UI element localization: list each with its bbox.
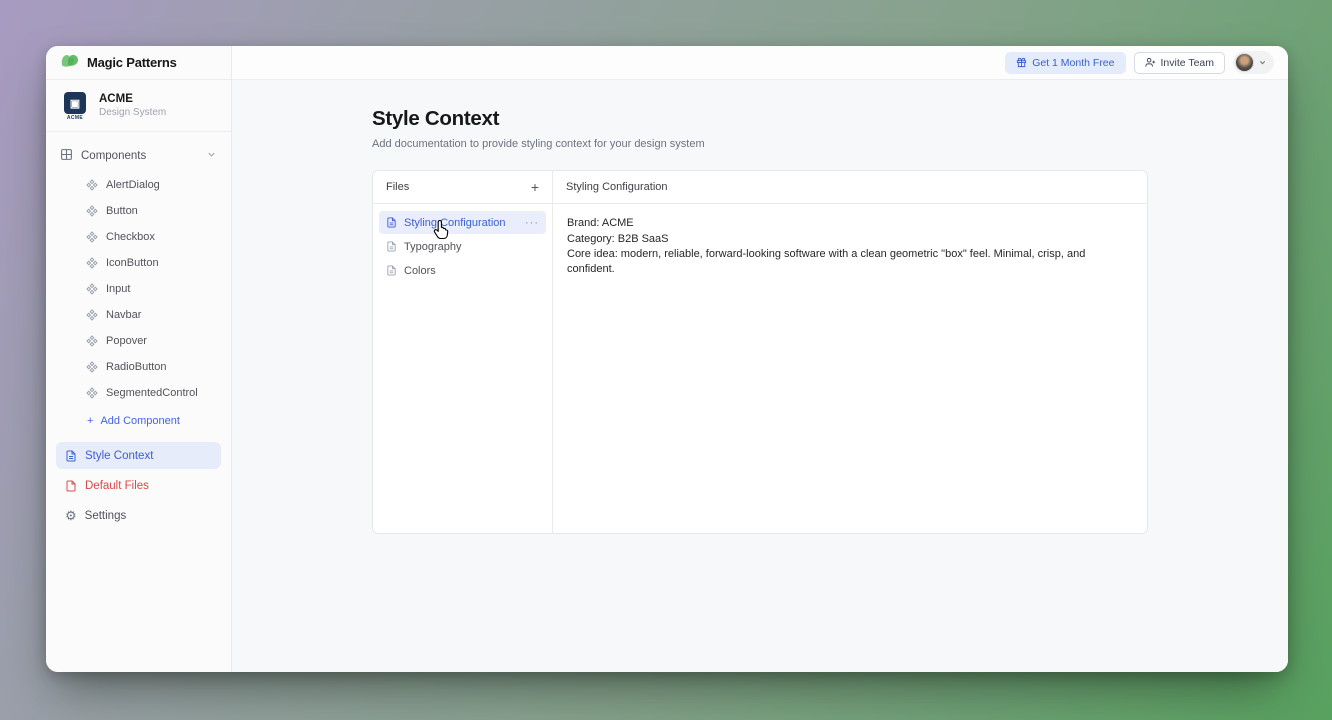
component-label: Button [106,205,138,217]
topbar: Get 1 Month Free Invite Team [232,46,1288,80]
magic-patterns-logo-icon [60,53,80,73]
page-subtitle: Add documentation to provide styling con… [372,138,1148,150]
app-brand-name: Magic Patterns [87,55,177,70]
component-label: IconButton [106,257,159,269]
workspace-logo: ▣ ACME [60,92,90,121]
component-icon [86,179,98,191]
workspace-cube-icon: ▣ [64,92,86,114]
component-label: Checkbox [106,231,155,243]
style-context-card: Files + Styling Configuration ··· [372,170,1148,534]
desktop-background: { "header": { "brand": "Magic Patterns",… [0,0,1332,720]
document-body[interactable]: Brand: ACME Category: B2B SaaS Core idea… [553,204,1147,290]
workspace-subtitle: Design System [99,107,166,118]
file-item-styling-configuration[interactable]: Styling Configuration ··· [379,211,546,234]
document-line: Core idea: modern, reliable, forward-loo… [567,247,1133,276]
add-file-button[interactable]: + [531,180,539,194]
components-list: AlertDialog Button Checkbox [46,172,231,406]
sidebar-component-item[interactable]: IconButton [46,250,231,276]
main-area: Get 1 Month Free Invite Team Style Conte… [232,46,1288,672]
sidebar-component-item[interactable]: Popover [46,328,231,354]
file-text-icon [386,217,397,228]
avatar [1235,53,1254,72]
gear-icon: ⚙ [65,509,77,522]
components-grid-icon [60,148,73,164]
file-name: Colors [404,265,539,277]
component-label: RadioButton [106,361,167,373]
file-icon [65,480,77,492]
component-icon [86,257,98,269]
component-icon [86,231,98,243]
files-list: Styling Configuration ··· Typography [373,204,552,289]
document-panel: Styling Configuration Brand: ACME Catego… [553,171,1147,533]
file-name: Typography [404,241,539,253]
sidebar: Magic Patterns ▣ ACME ACME Design System… [46,46,232,672]
workspace-info: ACME Design System [99,92,166,118]
page-content: Style Context Add documentation to provi… [232,80,1288,672]
components-section-label: Components [81,150,146,162]
user-plus-icon [1145,57,1156,68]
sidebar-component-item[interactable]: RadioButton [46,354,231,380]
get-month-free-button[interactable]: Get 1 Month Free [1005,52,1125,74]
page-title: Style Context [372,107,1148,131]
gift-icon [1016,57,1027,68]
sidebar-item-label: Default Files [85,480,149,492]
component-icon [86,361,98,373]
file-text-icon [386,265,397,276]
components-section-toggle[interactable]: Components [46,140,231,172]
file-item-colors[interactable]: Colors [379,259,546,282]
chevron-down-icon [206,149,217,163]
workspace-logo-text: ACME [67,115,83,121]
sidebar-component-item[interactable]: Navbar [46,302,231,328]
file-name: Styling Configuration [404,217,518,229]
component-icon [86,283,98,295]
app-logo-row[interactable]: Magic Patterns [46,46,231,80]
sidebar-item-label: Settings [85,510,127,522]
add-component-label: Add Component [100,415,180,427]
component-label: SegmentedControl [106,387,198,399]
document-icon [65,450,77,462]
component-label: AlertDialog [106,179,160,191]
plus-icon: + [87,415,93,427]
document-panel-header: Styling Configuration [553,171,1147,204]
sidebar-item-style-context[interactable]: Style Context [56,442,221,469]
chevron-down-icon [1258,58,1267,67]
document-line: Category: B2B SaaS [567,232,1133,247]
page-container: Style Context Add documentation to provi… [372,107,1148,534]
get-month-free-label: Get 1 Month Free [1032,57,1114,69]
add-component-button[interactable]: + Add Component [46,406,231,436]
invite-team-button[interactable]: Invite Team [1134,52,1226,74]
invite-team-label: Invite Team [1161,57,1215,69]
files-panel-header: Files + [373,171,552,204]
component-icon [86,387,98,399]
sidebar-component-item[interactable]: AlertDialog [46,172,231,198]
document-header-label: Styling Configuration [566,181,668,193]
files-panel: Files + Styling Configuration ··· [373,171,553,533]
sidebar-item-settings[interactable]: ⚙ Settings [56,502,221,529]
sidebar-item-default-files[interactable]: Default Files [56,472,221,499]
workspace-name: ACME [99,92,166,107]
sidebar-component-item[interactable]: Input [46,276,231,302]
sidebar-component-item[interactable]: SegmentedControl [46,380,231,406]
sidebar-nav: Style Context Default Files ⚙ Settings [46,442,231,529]
file-options-menu-icon[interactable]: ··· [525,217,539,229]
files-header-label: Files [386,181,409,193]
component-icon [86,309,98,321]
sidebar-item-label: Style Context [85,450,153,462]
workspace-switcher[interactable]: ▣ ACME ACME Design System [46,80,231,132]
account-menu-button[interactable] [1233,51,1274,74]
component-label: Navbar [106,309,141,321]
file-text-icon [386,241,397,252]
component-label: Popover [106,335,147,347]
component-label: Input [106,283,130,295]
document-line: Brand: ACME [567,216,1133,231]
app-window: Magic Patterns ▣ ACME ACME Design System… [46,46,1288,672]
sidebar-component-item[interactable]: Checkbox [46,224,231,250]
file-item-typography[interactable]: Typography [379,235,546,258]
sidebar-component-item[interactable]: Button [46,198,231,224]
component-icon [86,205,98,217]
component-icon [86,335,98,347]
